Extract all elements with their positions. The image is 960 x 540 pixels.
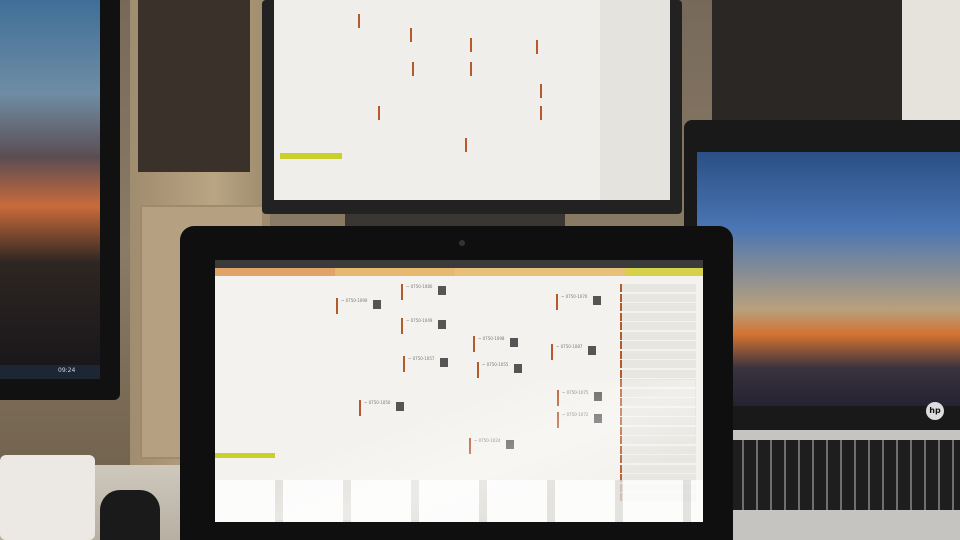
- list-item[interactable]: [620, 312, 696, 321]
- side-panel: [233, 286, 303, 334]
- dark-window: [712, 0, 902, 120]
- app-title-bar: [215, 260, 703, 268]
- top-screen-list: [600, 0, 670, 200]
- portrait-icon: [438, 286, 447, 295]
- taskbar-clock: 09:24: [58, 367, 76, 374]
- list-item[interactable]: [620, 341, 696, 349]
- white-paper: [902, 0, 960, 120]
- side-panel-row[interactable]: [233, 286, 303, 294]
- portrait-icon: [440, 358, 449, 367]
- tab-1[interactable]: [215, 268, 335, 276]
- person-card[interactable]: ~ 0750-1070: [556, 294, 602, 310]
- list-item[interactable]: [620, 360, 696, 368]
- person-card-label: ~ 0750-1055: [482, 362, 509, 367]
- list-item[interactable]: [620, 369, 696, 378]
- person-card[interactable]: ~ 0750-1055: [477, 362, 523, 378]
- top-screen-card: [470, 38, 506, 52]
- side-panel-row[interactable]: [233, 294, 303, 302]
- main-laptop-screen: ~ 0750-1090 ~ 0750-1080 ~ 0750-1049 ~ 07…: [215, 260, 703, 522]
- list-item[interactable]: [620, 331, 696, 340]
- black-mouse: [100, 490, 160, 540]
- person-card[interactable]: ~ 0750-1049: [401, 318, 447, 334]
- person-card[interactable]: ~ 0750-1080: [401, 284, 447, 300]
- footer-highlight-bar: [215, 453, 275, 458]
- list-item[interactable]: [620, 293, 696, 302]
- top-screen-card: [410, 28, 446, 42]
- tab-4[interactable]: [625, 268, 703, 276]
- list-item[interactable]: [620, 350, 696, 359]
- left-monitor-taskbar: [0, 365, 100, 379]
- portrait-icon: [588, 346, 597, 355]
- top-screen-card: [470, 62, 506, 76]
- person-card[interactable]: ~ 0750-1057: [403, 356, 449, 372]
- person-card-label: ~ 0750-1087: [556, 344, 583, 349]
- top-screen-card: [540, 106, 576, 120]
- portrait-icon: [373, 300, 382, 309]
- tab-3[interactable]: [455, 268, 625, 276]
- top-screen-card: [540, 84, 576, 98]
- person-card[interactable]: ~ 0750-1090: [336, 298, 382, 314]
- side-panel-row[interactable]: [233, 302, 303, 310]
- app-tab-bar: [215, 268, 703, 276]
- person-card-label: ~ 0750-1080: [406, 284, 433, 289]
- side-panel-row[interactable]: [233, 310, 303, 318]
- door-glass-panel: [138, 0, 250, 172]
- side-panel-row[interactable]: [233, 326, 303, 334]
- portrait-icon: [514, 364, 523, 373]
- top-screen-footer-bar: [280, 153, 342, 159]
- white-keyboard: [0, 455, 95, 540]
- person-card-label: ~ 0750-1090: [341, 298, 368, 303]
- webcam-icon: [459, 240, 465, 246]
- top-screen-card: [412, 62, 448, 76]
- person-card[interactable]: ~ 0750-1098: [473, 336, 519, 352]
- left-monitor-wallpaper: [0, 0, 100, 375]
- side-panel-row[interactable]: [233, 318, 303, 326]
- list-item[interactable]: [620, 303, 696, 311]
- person-card-label: ~ 0750-1057: [408, 356, 435, 361]
- top-monitor-screen: [274, 0, 670, 200]
- top-screen-card: [465, 138, 501, 152]
- person-card-label: ~ 0750-1070: [561, 294, 588, 299]
- person-card[interactable]: ~ 0750-1087: [551, 344, 597, 360]
- hp-logo: hp: [926, 402, 944, 420]
- hp-laptop-wallpaper: [697, 152, 960, 406]
- tab-2[interactable]: [335, 268, 455, 276]
- portrait-icon: [593, 296, 602, 305]
- top-screen-card: [378, 106, 414, 120]
- top-screen-card: [358, 14, 394, 28]
- list-item[interactable]: [620, 322, 696, 330]
- person-card-label: ~ 0750-1098: [478, 336, 505, 341]
- list-item[interactable]: [620, 284, 696, 292]
- screen-glare: [275, 380, 695, 520]
- hp-laptop-keyboard: [730, 440, 960, 510]
- portrait-icon: [438, 320, 447, 329]
- top-screen-card: [536, 40, 572, 54]
- person-card-label: ~ 0750-1049: [406, 318, 433, 323]
- portrait-icon: [510, 338, 519, 347]
